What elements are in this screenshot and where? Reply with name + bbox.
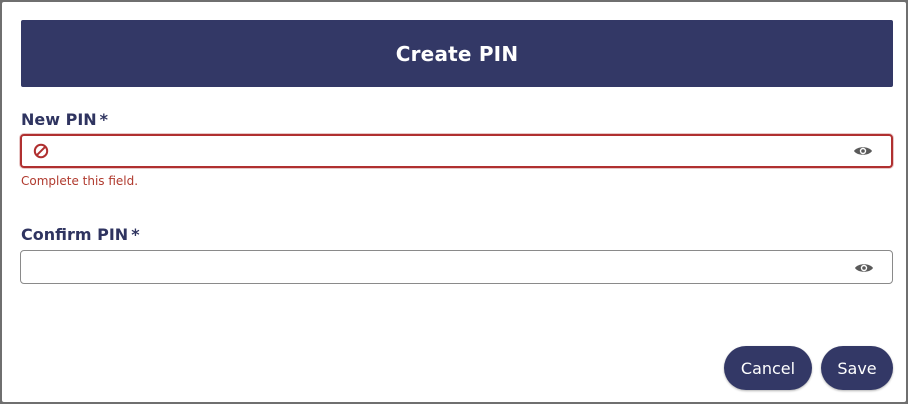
- dialog-header: Create PIN: [21, 20, 893, 87]
- confirm-pin-label: Confirm PIN *: [21, 225, 140, 244]
- prohibited-icon: [33, 143, 49, 159]
- new-pin-label-text: New PIN: [21, 110, 97, 129]
- new-pin-error-message: Complete this field.: [21, 174, 139, 188]
- create-pin-dialog: Create PIN New PIN * Complete this field.…: [2, 2, 906, 402]
- save-button[interactable]: Save: [821, 346, 893, 390]
- new-pin-field[interactable]: [20, 134, 893, 168]
- cancel-button[interactable]: Cancel: [724, 346, 812, 390]
- eye-icon[interactable]: [853, 144, 873, 158]
- confirm-pin-label-text: Confirm PIN: [21, 225, 129, 244]
- new-pin-label: New PIN *: [21, 110, 108, 129]
- required-mark: *: [131, 225, 140, 244]
- eye-icon[interactable]: [854, 261, 874, 275]
- dialog-title: Create PIN: [395, 41, 519, 66]
- required-mark: *: [99, 110, 109, 129]
- confirm-pin-field[interactable]: [20, 250, 893, 284]
- new-pin-input[interactable]: [58, 136, 838, 166]
- confirm-pin-input[interactable]: [31, 251, 811, 283]
